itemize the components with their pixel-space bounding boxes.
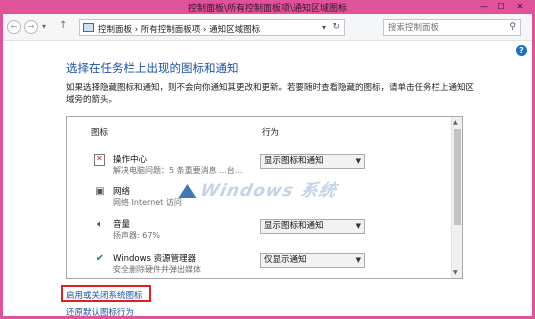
item-description: 扬声器: 67% bbox=[113, 231, 161, 240]
page-title: 选择在任务栏上出现的图标和通知 bbox=[66, 61, 239, 75]
restore-defaults-link[interactable]: 还原默认图标行为 bbox=[66, 306, 134, 318]
forward-button[interactable]: → bbox=[24, 20, 38, 34]
behavior-select-value: 仅显示通知 bbox=[264, 255, 307, 265]
item-description: 安全删除硬件并弹出媒体 bbox=[113, 265, 201, 274]
item-description: 网络 Internet 访问 bbox=[113, 198, 182, 207]
breadcrumb[interactable]: 控制面板 › 所有控制面板项 › 通知区域图标 bbox=[98, 23, 260, 35]
windows-logo-icon bbox=[178, 184, 197, 198]
scroll-down-icon[interactable]: ▼ bbox=[453, 269, 458, 276]
item-name: 网络 bbox=[113, 187, 131, 197]
search-box[interactable]: ⚲ bbox=[383, 19, 521, 36]
speaker-icon: 🔈︎ bbox=[97, 219, 103, 230]
help-icon[interactable]: ? bbox=[516, 45, 527, 56]
close-button[interactable]: ✕ bbox=[514, 1, 526, 12]
watermark-text: Windows 系统 bbox=[198, 181, 339, 201]
network-icon: ▣ bbox=[95, 186, 105, 197]
back-button[interactable]: ← bbox=[7, 20, 21, 34]
action-center-icon bbox=[94, 154, 105, 166]
up-button[interactable]: ↑ bbox=[59, 20, 67, 31]
behavior-select[interactable]: 仅显示通知 ▼ bbox=[260, 253, 365, 268]
maximize-button[interactable]: ☐ bbox=[495, 1, 507, 12]
search-input[interactable] bbox=[388, 22, 498, 34]
control-panel-icon bbox=[83, 23, 94, 32]
address-dropdown-icon[interactable]: ▾ bbox=[322, 23, 326, 32]
item-name: 操作中心 bbox=[113, 155, 148, 165]
column-header-icon: 图标 bbox=[91, 128, 109, 138]
window-title: 控制面板\所有控制面板项\通知区域图标 bbox=[187, 4, 348, 14]
safely-remove-icon: ✔ bbox=[95, 253, 105, 264]
scroll-up-icon[interactable]: ▲ bbox=[453, 119, 458, 126]
list-item: ✔ Windows 资源管理器 安全删除硬件并弹出媒体 仅显示通知 ▼ bbox=[67, 250, 451, 278]
item-name: Windows 资源管理器 bbox=[113, 254, 197, 264]
behavior-select[interactable]: 显示图标和通知 ▼ bbox=[260, 219, 365, 234]
page-description: 如果选择隐藏图标和通知，则不会向你通知其更改和更新。若要随时查看隐藏的图标，请单… bbox=[66, 83, 475, 105]
behavior-select-value: 显示图标和通知 bbox=[264, 221, 324, 231]
chevron-down-icon: ▼ bbox=[355, 157, 361, 165]
toggle-system-icons-link[interactable]: 启用或关闭系统图标 bbox=[66, 289, 143, 301]
watermark: Windows 系统 bbox=[174, 176, 361, 210]
chevron-down-icon: ▼ bbox=[355, 222, 361, 230]
behavior-select[interactable]: 显示图标和通知 ▼ bbox=[260, 154, 365, 169]
history-dropdown[interactable]: ▾ bbox=[42, 22, 46, 31]
behavior-select-value: 显示图标和通知 bbox=[264, 156, 324, 166]
search-icon[interactable]: ⚲ bbox=[509, 22, 516, 32]
address-bar: ← → ▾ ↑ 控制面板 › 所有控制面板项 › 通知区域图标 ▾ ↻ ⚲ bbox=[3, 14, 532, 41]
title-bar: 控制面板\所有控制面板项\通知区域图标 — ☐ ✕ bbox=[0, 0, 535, 14]
column-header-behavior: 行为 bbox=[262, 128, 280, 138]
refresh-icon[interactable]: ↻ bbox=[332, 22, 340, 32]
scrollbar-thumb[interactable] bbox=[454, 129, 461, 225]
scrollbar[interactable]: ▲ ▼ bbox=[451, 117, 462, 278]
minimize-button[interactable]: — bbox=[478, 1, 490, 12]
item-description: 解决电脑问题：5 条重要消息 ...台... bbox=[113, 166, 243, 175]
list-item: 🔈︎ 音量 扬声器: 67% 显示图标和通知 ▼ bbox=[67, 216, 451, 248]
address-field[interactable]: 控制面板 › 所有控制面板项 › 通知区域图标 ▾ ↻ bbox=[79, 19, 345, 36]
item-name: 音量 bbox=[113, 220, 131, 230]
chevron-down-icon: ▼ bbox=[355, 256, 361, 264]
